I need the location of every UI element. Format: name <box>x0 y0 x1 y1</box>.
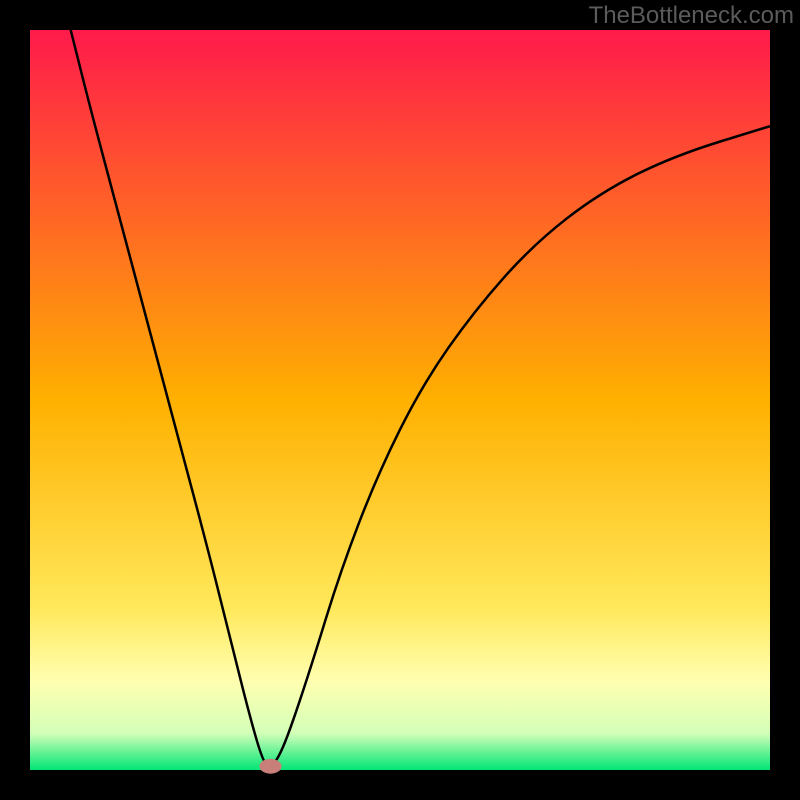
attribution-text: TheBottleneck.com <box>589 2 794 30</box>
optimum-marker <box>259 759 281 774</box>
bottleneck-chart: TheBottleneck.com <box>0 0 800 800</box>
plot-area <box>30 30 770 770</box>
chart-svg <box>0 0 800 800</box>
